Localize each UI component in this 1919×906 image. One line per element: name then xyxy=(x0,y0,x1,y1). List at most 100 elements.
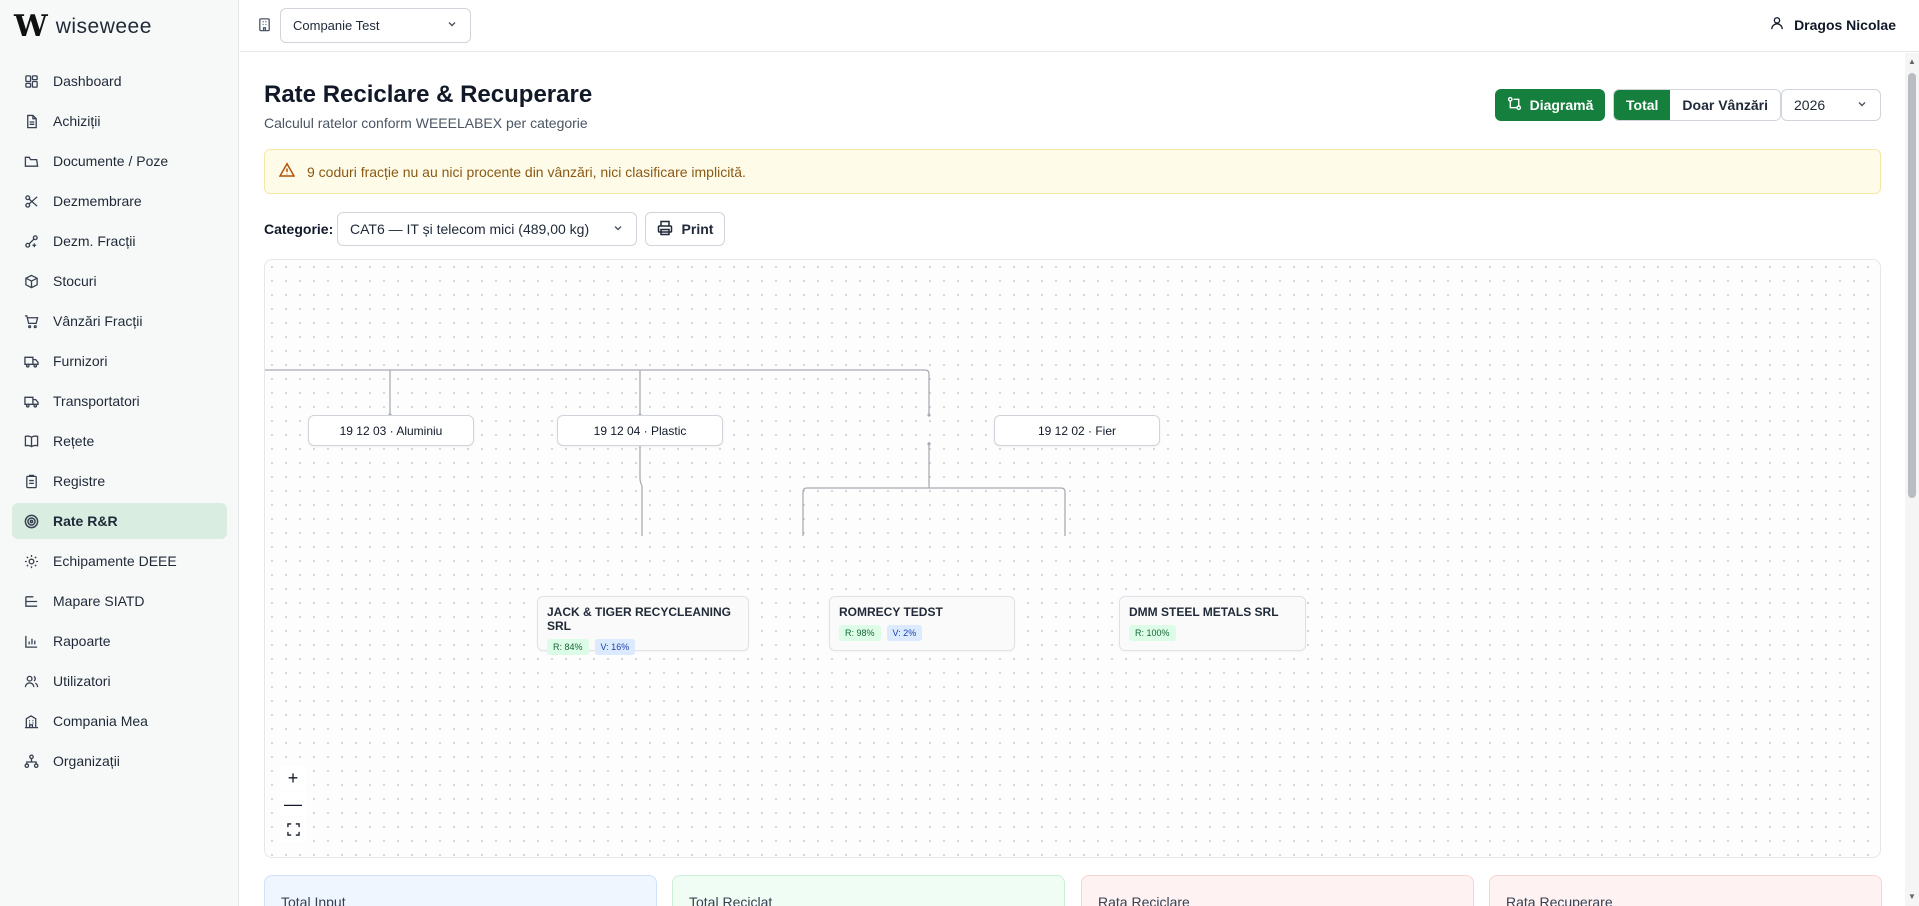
toggle-doar-vanzari[interactable]: Doar Vânzări xyxy=(1670,90,1780,120)
fullscreen-icon xyxy=(286,820,300,841)
page-scrollbar[interactable]: ▲ ▼ xyxy=(1905,53,1919,906)
stat-card-label: Rata Reciclare xyxy=(1098,894,1190,906)
year-select[interactable]: 2026 xyxy=(1781,89,1881,121)
diagram-button[interactable]: Diagramă xyxy=(1495,89,1605,121)
list-tree-icon xyxy=(24,594,39,609)
sidebar-item-furnizori[interactable]: Furnizori xyxy=(12,343,227,379)
package-icon xyxy=(24,274,39,289)
workflow-icon xyxy=(1507,96,1522,114)
buyer-node-romrecy[interactable]: ROMRECY TEDST R: 98% V: 2% xyxy=(829,596,1015,651)
flow-diagram-canvas[interactable]: 19 12 03 · Aluminiu 19 12 04 · Plastic 1… xyxy=(264,259,1881,858)
toggle-total[interactable]: Total xyxy=(1614,90,1671,120)
stat-card-rata-reciclare: Rata Reciclare xyxy=(1081,875,1474,906)
chevron-down-icon xyxy=(446,18,458,33)
warning-icon xyxy=(278,162,296,181)
buyer-name: DMM STEEL METALS SRL xyxy=(1129,605,1279,619)
sidebar-item-label: Vânzări Fracții xyxy=(53,313,143,329)
truck-icon xyxy=(24,354,39,369)
building-icon xyxy=(24,714,39,729)
zoom-in-button[interactable]: + xyxy=(280,766,306,790)
sidebar-item-echipamente[interactable]: Echipamente DEEE xyxy=(12,543,227,579)
buyer-node-jack-tiger[interactable]: JACK & TIGER RECYCLEANING SRL R: 84% V: … xyxy=(537,596,749,655)
topbar: Companie Test Dragos Nicolae xyxy=(240,0,1919,52)
sidebar-item-dashboard[interactable]: Dashboard xyxy=(12,63,227,99)
category-select[interactable]: CAT6 — IT și telecom mici (489,00 kg) xyxy=(337,212,637,246)
sidebar-item-label: Utilizatori xyxy=(53,673,111,689)
cog-icon xyxy=(24,554,39,569)
fit-view-button[interactable] xyxy=(280,818,306,842)
user-icon xyxy=(1770,16,1784,33)
sidebar-item-label: Rate R&R xyxy=(53,513,118,529)
sidebar-item-label: Dezm. Fracții xyxy=(53,233,136,249)
sidebar-item-mapare-siatd[interactable]: Mapare SIATD xyxy=(12,583,227,619)
sidebar-item-transportatori[interactable]: Transportatori xyxy=(12,383,227,419)
sidebar-item-vanzari-fractii[interactable]: Vânzări Fracții xyxy=(12,303,227,339)
truck-icon xyxy=(24,394,39,409)
sidebar: W wiseweee Dashboard Achiziții Documente… xyxy=(0,0,239,906)
sidebar-item-rapoarte[interactable]: Rapoarte xyxy=(12,623,227,659)
sidebar-item-dezmembrare[interactable]: Dezmembrare xyxy=(12,183,227,219)
bar-chart-icon xyxy=(24,634,39,649)
rate-badges: R: 100% xyxy=(1129,625,1296,641)
logo-text: wiseweee xyxy=(55,15,152,38)
sidebar-nav: Dashboard Achiziții Documente / Poze Dez… xyxy=(12,63,227,783)
sidebar-item-label: Transportatori xyxy=(53,393,140,409)
sidebar-item-label: Documente / Poze xyxy=(53,153,169,169)
stat-card-rata-recuperare: Rata Recuperare xyxy=(1489,875,1882,906)
print-button[interactable]: Print xyxy=(645,212,725,246)
sidebar-item-label: Dezmembrare xyxy=(53,193,142,209)
year-select-value: 2026 xyxy=(1794,97,1826,113)
sidebar-item-label: Rețete xyxy=(53,433,95,449)
edge-plastic-jack xyxy=(639,442,643,536)
stat-card-total-input: Total Input xyxy=(264,875,657,906)
recycle-rate-badge: R: 84% xyxy=(547,639,589,655)
scroll-up-arrow-icon[interactable]: ▲ xyxy=(1907,57,1917,67)
sidebar-item-rate-rr[interactable]: Rate R&R xyxy=(12,503,227,539)
sidebar-item-label: Organizații xyxy=(53,753,120,769)
sidebar-item-dezm-fractii[interactable]: Dezm. Fracții xyxy=(12,223,227,259)
fraction-node-fier[interactable]: 19 12 02 · Fier xyxy=(994,415,1160,446)
sidebar-item-label: Dashboard xyxy=(53,73,122,89)
company-select[interactable]: Companie Test xyxy=(280,8,471,43)
diagram-button-label: Diagramă xyxy=(1529,97,1594,113)
zoom-controls: + — xyxy=(280,766,306,842)
split-icon xyxy=(24,234,39,249)
sidebar-item-achizitii[interactable]: Achiziții xyxy=(12,103,227,139)
sidebar-item-label: Compania Mea xyxy=(53,713,148,729)
chevron-down-icon xyxy=(1856,97,1868,113)
sidebar-item-label: Echipamente DEEE xyxy=(53,553,177,569)
folder-icon xyxy=(24,154,39,169)
stat-card-label: Total Reciclat xyxy=(689,894,773,906)
network-icon xyxy=(24,753,39,769)
warning-alert: 9 coduri fracție nu au nici procente din… xyxy=(264,149,1881,194)
fraction-node-aluminiu[interactable]: 19 12 03 · Aluminiu xyxy=(308,415,474,446)
buyer-name: ROMRECY TEDST xyxy=(839,605,943,619)
view-toggle: Total Doar Vânzări xyxy=(1613,89,1781,121)
zoom-out-button[interactable]: — xyxy=(280,792,306,816)
scroll-down-arrow-icon[interactable]: ▼ xyxy=(1907,892,1917,902)
building-icon xyxy=(257,17,272,32)
user-menu[interactable]: Dragos Nicolae xyxy=(1770,16,1896,33)
main-content: Rate Reciclare & Recuperare Calculul rat… xyxy=(240,53,1905,906)
dashboard-icon xyxy=(24,74,39,89)
page-title: Rate Reciclare & Recuperare xyxy=(264,81,593,108)
user-name: Dragos Nicolae xyxy=(1794,16,1896,33)
app-logo[interactable]: W wiseweee xyxy=(14,12,152,42)
users-icon xyxy=(24,674,39,689)
sidebar-item-label: Rapoarte xyxy=(53,633,111,649)
sidebar-item-organizatii[interactable]: Organizații xyxy=(12,743,227,779)
fraction-node-plastic[interactable]: 19 12 04 · Plastic xyxy=(557,415,723,446)
sidebar-item-label: Furnizori xyxy=(53,353,108,369)
sidebar-item-compania-mea[interactable]: Compania Mea xyxy=(12,703,227,739)
sidebar-item-registre[interactable]: Registre xyxy=(12,463,227,499)
sidebar-item-retete[interactable]: Rețete xyxy=(12,423,227,459)
sidebar-item-stocuri[interactable]: Stocuri xyxy=(12,263,227,299)
sidebar-item-documente[interactable]: Documente / Poze xyxy=(12,143,227,179)
diagram-edges xyxy=(265,369,1066,536)
page-subtitle: Calculul ratelor conform WEEELABEX per c… xyxy=(264,115,588,131)
scroll-thumb[interactable] xyxy=(1908,73,1916,498)
rate-badges: R: 98% V: 2% xyxy=(839,625,1005,641)
recycle-rate-badge: R: 100% xyxy=(1129,625,1176,641)
sidebar-item-utilizatori[interactable]: Utilizatori xyxy=(12,663,227,699)
buyer-node-dmm-steel[interactable]: DMM STEEL METALS SRL R: 100% xyxy=(1119,596,1306,651)
